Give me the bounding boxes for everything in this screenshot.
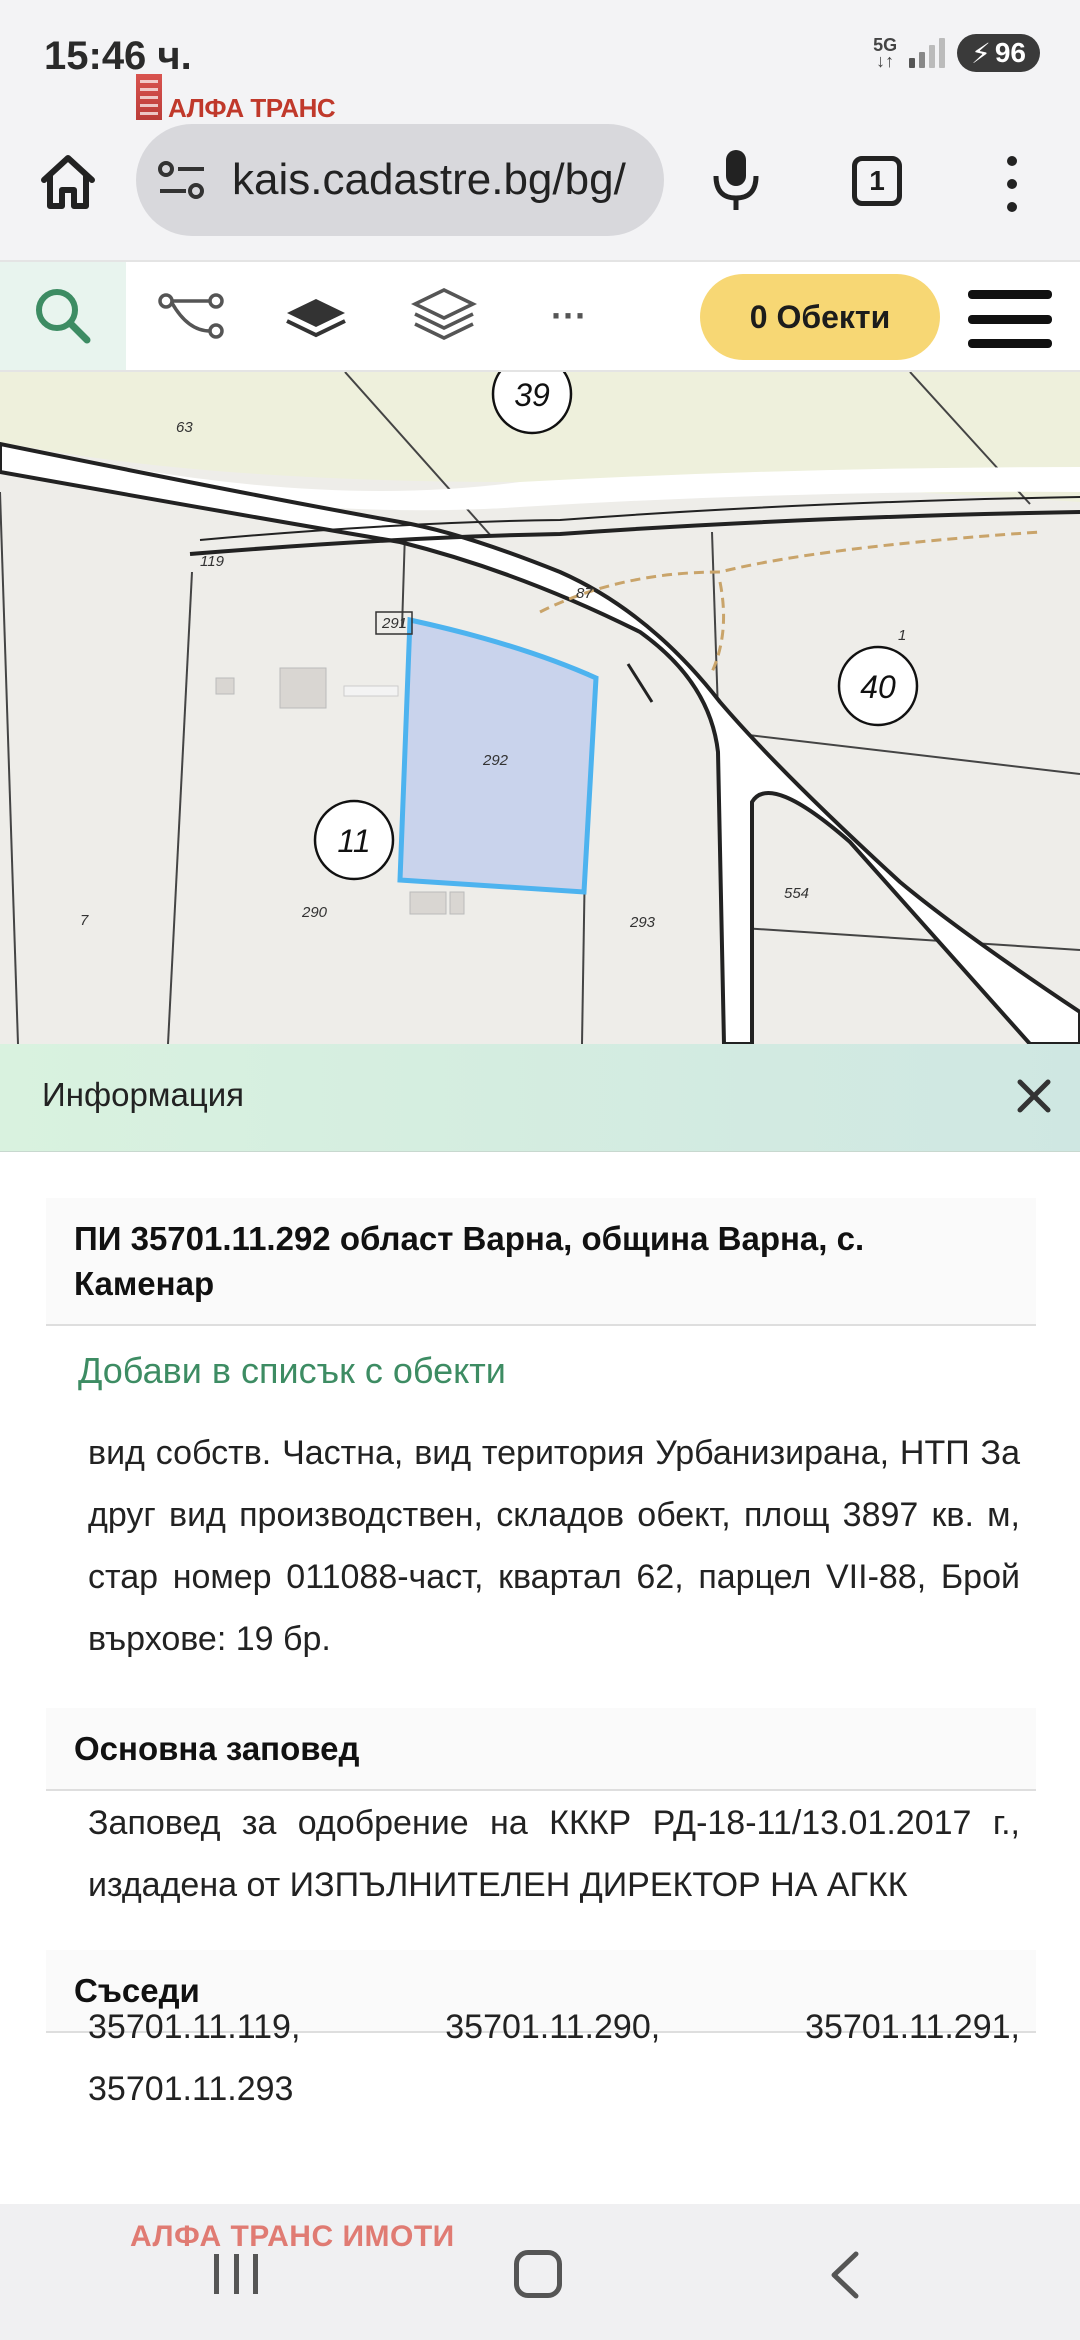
- objects-button[interactable]: 0 Обекти: [700, 274, 940, 360]
- route-icon: [158, 293, 224, 339]
- route-tool-button[interactable]: [150, 262, 232, 370]
- close-icon[interactable]: [1010, 1072, 1058, 1120]
- system-nav-bar: АЛФА ТРАНС ИМОТИ: [0, 2204, 1080, 2340]
- parcel-label-554: 554: [784, 885, 809, 902]
- battery-indicator: ⚡ 96: [957, 34, 1040, 72]
- neighbour-item: 35701.11.293: [88, 2070, 294, 2108]
- map-canvas[interactable]: 63 119 87 291 292 290 293 554 7 1 39 40 …: [0, 372, 1080, 1044]
- neighbour-item: 35701.11.119,: [88, 2008, 301, 2046]
- parcel-label-63: 63: [176, 419, 193, 436]
- map-toolbar: ··· 0 Обекти: [0, 260, 1080, 372]
- info-panel-header: Информация: [0, 1044, 1080, 1152]
- main-order-text: Заповед за одобрение на КККР РД-18-11/13…: [88, 1804, 1020, 1904]
- main-order-heading: Основна заповед: [46, 1708, 1036, 1791]
- back-icon[interactable]: [822, 2250, 872, 2300]
- home-icon[interactable]: [36, 150, 100, 214]
- search-icon: [36, 289, 91, 344]
- base-layer-tool-button[interactable]: [274, 262, 358, 370]
- parcel-label-292: 292: [482, 752, 509, 769]
- parcel-label-1: 1: [898, 627, 906, 644]
- parcel-heading: ПИ 35701.11.292 област Варна, община Вар…: [46, 1198, 1036, 1326]
- home-nav-icon[interactable]: [514, 2250, 562, 2298]
- site-settings-icon[interactable]: [156, 160, 208, 200]
- parcel-label-293: 293: [629, 914, 656, 931]
- browser-bar: kais.cadastre.bg/bg/ 1: [0, 120, 1080, 260]
- parcel-label-87: 87: [576, 585, 593, 602]
- hamburger-menu-icon[interactable]: [968, 290, 1052, 348]
- recent-apps-icon[interactable]: [214, 2254, 258, 2294]
- status-time: 15:46 ч.: [44, 34, 192, 78]
- parcel-label-290: 290: [301, 904, 328, 921]
- parcel-label-119: 119: [200, 553, 225, 570]
- neighbour-item: 35701.11.290,: [445, 2008, 661, 2046]
- url-text: kais.cadastre.bg/bg/: [232, 155, 626, 204]
- watermark-logo: АЛФА ТРАНС: [136, 74, 336, 124]
- address-bar[interactable]: kais.cadastre.bg/bg/: [136, 124, 664, 236]
- parcel-description: вид собств. Частна, вид територия Урбани…: [88, 1434, 1020, 1658]
- add-to-objects-link[interactable]: Добави в списък с обекти: [78, 1350, 506, 1392]
- signal-strength-icon: [909, 38, 946, 68]
- quarter-label-11: 11: [337, 823, 370, 859]
- microphone-icon[interactable]: [708, 146, 764, 214]
- info-panel-title: Информация: [42, 1076, 245, 1113]
- charging-bolt-icon: ⚡: [971, 37, 991, 69]
- quarter-label-39: 39: [514, 377, 550, 413]
- network-5g-icon: 5G ↓↑: [873, 35, 898, 71]
- parcel-label-291: 291: [381, 615, 407, 632]
- status-icons: 5G ↓↑ ⚡ 96: [873, 34, 1040, 72]
- parcel-label-7: 7: [80, 912, 89, 929]
- search-tool-button[interactable]: [0, 262, 126, 370]
- cadastral-map[interactable]: 63 119 87 291 292 290 293 554 7 1 39 40 …: [0, 372, 1080, 1044]
- neighbours-list: 35701.11.119, 35701.11.290, 35701.11.291…: [88, 1996, 1020, 2120]
- building-logo-icon: [136, 74, 162, 124]
- info-panel-body: ПИ 35701.11.292 област Варна, община Вар…: [0, 1152, 1080, 2204]
- watermark-bottom-text: АЛФА ТРАНС ИМОТИ: [130, 2220, 455, 2253]
- layers-stack-icon: [411, 288, 477, 340]
- more-tools-button[interactable]: ···: [534, 262, 604, 370]
- layer-icon: [286, 299, 346, 338]
- tabs-button[interactable]: 1: [852, 156, 902, 206]
- browser-menu-icon[interactable]: [1000, 156, 1024, 212]
- neighbour-item: 35701.11.291,: [805, 2008, 1020, 2046]
- layers-tool-button[interactable]: [402, 262, 486, 370]
- quarter-label-40: 40: [860, 669, 896, 705]
